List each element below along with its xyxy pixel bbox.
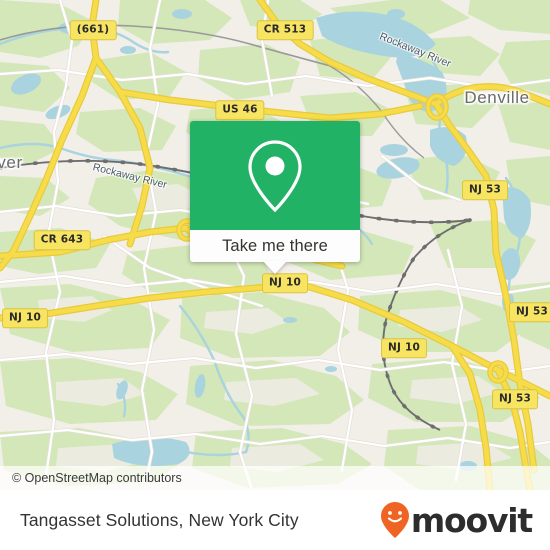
osm-attribution-text[interactable]: © OpenStreetMap contributors [0,471,182,485]
road-shield[interactable]: CR 513 [256,20,314,40]
place-label-denville: Denville [464,88,530,107]
place-label-partial: ver [0,153,23,172]
moovit-pin-smiley-icon [380,502,409,538]
popup-pin-area [190,121,360,230]
road-shield[interactable]: NJ 10 [381,338,427,358]
moovit-map-screenshot: Rockaway River Rockaway River Denville v… [0,0,550,550]
road-shield[interactable]: CR 643 [33,230,91,250]
popup-pointer [263,261,287,274]
moovit-logo[interactable]: moovit [380,500,533,540]
road-shield[interactable]: NJ 53 [462,180,508,200]
osm-attribution-bar: © OpenStreetMap contributors [0,466,550,490]
footer-bar: Tangasset Solutions, New York City moovi… [0,490,550,550]
map-pin-icon [248,139,302,212]
road-shield[interactable]: NJ 10 [2,308,48,328]
location-popup-card[interactable]: Take me there [190,121,360,274]
popup-action-area[interactable]: Take me there [190,230,360,262]
map-canvas[interactable]: Rockaway River Rockaway River Denville v… [0,0,550,490]
moovit-wordmark: moovit [410,500,533,540]
take-me-there-label: Take me there [222,236,328,255]
road-shield[interactable]: NJ 10 [262,273,308,293]
location-title: Tangasset Solutions, New York City [20,509,299,530]
road-shield[interactable]: NJ 53 [509,302,550,322]
road-shield[interactable]: (661) [69,20,117,40]
road-shield[interactable]: NJ 53 [492,389,538,409]
road-shield[interactable]: US 46 [215,100,265,120]
